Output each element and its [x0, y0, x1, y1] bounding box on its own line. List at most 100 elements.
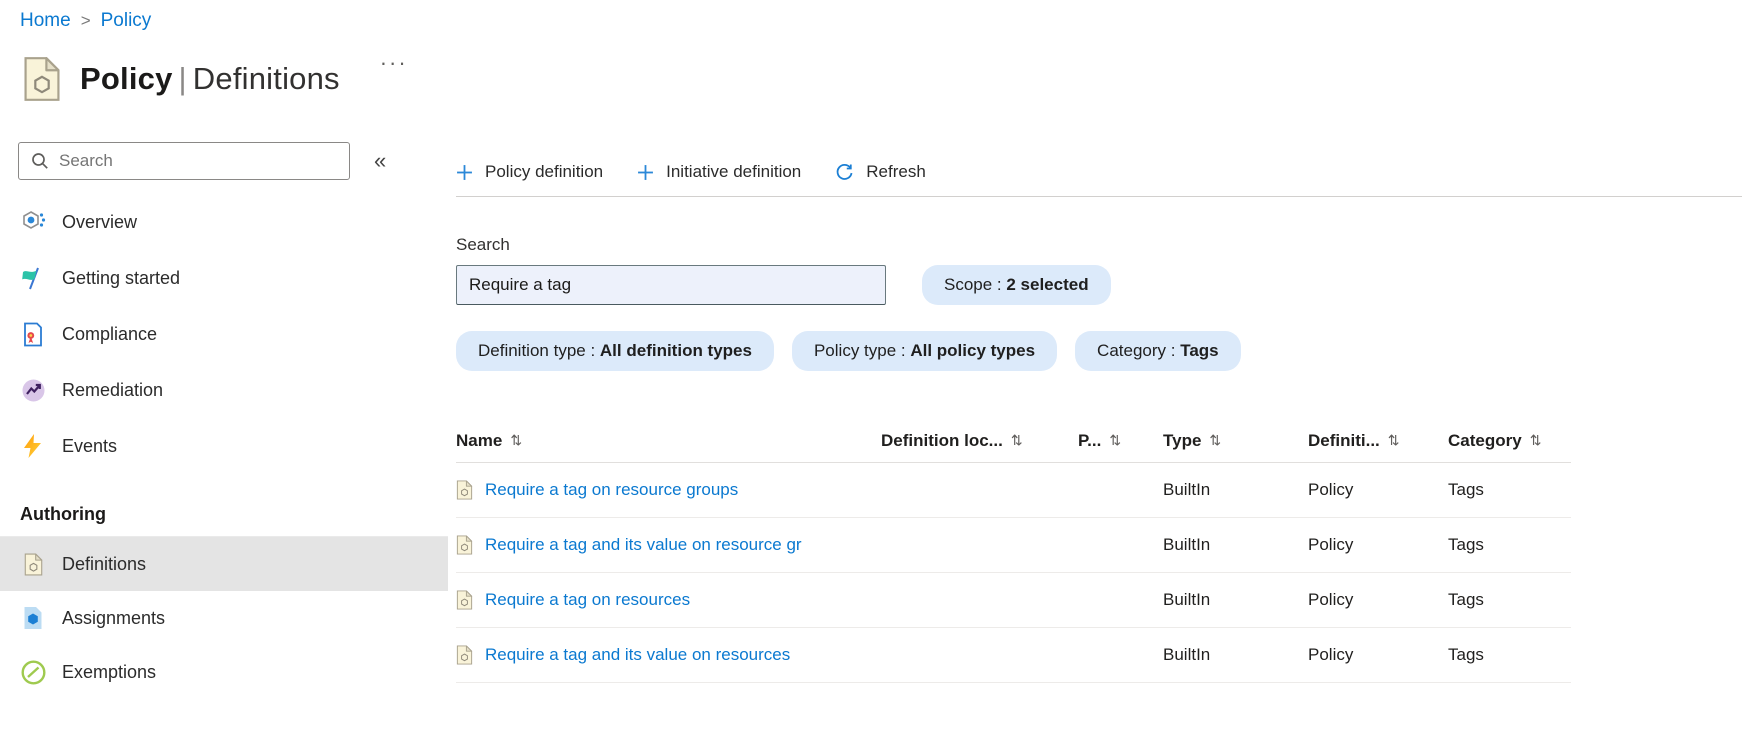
- table-row[interactable]: Require a tag on resources BuiltIn Polic…: [456, 573, 1571, 628]
- cell-definition-type: Policy: [1308, 645, 1354, 664]
- policy-type-filter-pill[interactable]: Policy type : All policy types: [791, 331, 1058, 371]
- sidebar-item-assignments[interactable]: Assignments: [0, 591, 448, 645]
- column-header-name[interactable]: Name ⇅: [456, 431, 881, 451]
- table-row[interactable]: Require a tag on resource groups BuiltIn…: [456, 463, 1571, 518]
- sidebar-search-input[interactable]: [18, 142, 350, 180]
- policy-name-link[interactable]: Require a tag on resource groups: [485, 480, 738, 500]
- pill-value: All definition types: [599, 341, 752, 360]
- initiative-definition-button[interactable]: Initiative definition: [637, 162, 801, 182]
- sidebar-item-definitions[interactable]: Definitions: [0, 537, 448, 591]
- breadcrumb-link-policy[interactable]: Policy: [101, 10, 152, 32]
- sidebar-item-overview[interactable]: Overview: [0, 198, 448, 246]
- table-header-row: Name ⇅ Definition loc... ⇅ P... ⇅ Type ⇅…: [456, 427, 1571, 463]
- breadcrumb-separator-icon: >: [80, 11, 91, 30]
- sort-icon: ⇅: [1529, 432, 1542, 448]
- sidebar-item-label: Definitions: [62, 553, 147, 574]
- sidebar-item-label: Overview: [62, 211, 138, 232]
- sidebar-item-label: Remediation: [62, 379, 164, 400]
- remediation-icon: [20, 377, 46, 403]
- events-icon: [20, 433, 46, 459]
- sidebar: « Overview: [0, 116, 448, 699]
- pill-separator: :: [992, 275, 1007, 294]
- pill-name: Policy type: [813, 341, 897, 360]
- policy-row-icon: [456, 590, 473, 610]
- compliance-icon: [20, 321, 46, 347]
- sort-icon: ⇅: [1010, 432, 1023, 448]
- main-content: Policy definition Initiative definition …: [448, 116, 1742, 699]
- table-row[interactable]: Require a tag and its value on resources…: [456, 628, 1571, 683]
- cell-category: Tags: [1448, 480, 1484, 499]
- category-filter-pill[interactable]: Category : Tags: [1075, 331, 1241, 371]
- sidebar-item-compliance[interactable]: Compliance: [0, 310, 448, 358]
- filter-search-label: Search: [456, 235, 510, 254]
- refresh-label: Refresh: [866, 162, 926, 181]
- page-title-secondary: Definitions: [192, 61, 340, 96]
- sidebar-item-label: Getting started: [62, 267, 181, 288]
- scope-filter-pill[interactable]: Scope : 2 selected: [922, 265, 1111, 305]
- definition-search-input[interactable]: [456, 265, 886, 305]
- sidebar-item-remediation[interactable]: Remediation: [0, 366, 448, 414]
- cell-type: BuiltIn: [1163, 535, 1211, 554]
- sort-icon: ⇅: [1209, 432, 1222, 448]
- pill-value: Tags: [1180, 341, 1219, 360]
- cell-definition-type: Policy: [1308, 590, 1354, 609]
- getting-started-icon: [20, 265, 46, 291]
- page-title-primary: Policy: [80, 61, 173, 96]
- column-label: Definiti...: [1308, 430, 1380, 450]
- policy-name-link[interactable]: Require a tag and its value on resource …: [485, 535, 802, 555]
- cell-category: Tags: [1448, 535, 1484, 554]
- column-header-definition-type[interactable]: Definiti... ⇅: [1308, 431, 1448, 451]
- policy-name-link[interactable]: Require a tag and its value on resources: [485, 645, 790, 665]
- sidebar-item-exemptions[interactable]: Exemptions: [0, 645, 448, 699]
- policy-definition-button[interactable]: Policy definition: [456, 162, 603, 182]
- policy-row-icon: [456, 535, 473, 555]
- sidebar-item-label: Assignments: [62, 607, 166, 628]
- page-title-divider: |: [178, 61, 187, 96]
- column-header-category[interactable]: Category ⇅: [1448, 431, 1571, 451]
- policy-definition-label: Policy definition: [485, 162, 604, 181]
- filter-bar-row2: Definition type : All definition types P…: [456, 331, 1742, 371]
- policy-page-icon: [24, 57, 60, 101]
- assignments-icon: [20, 605, 46, 631]
- search-icon: [32, 153, 48, 169]
- table-row[interactable]: Require a tag and its value on resource …: [456, 518, 1571, 573]
- pill-separator: :: [896, 341, 911, 360]
- pill-value: All policy types: [910, 341, 1036, 360]
- cell-type: BuiltIn: [1163, 645, 1211, 664]
- column-header-type[interactable]: Type ⇅: [1163, 431, 1308, 451]
- sidebar-item-events[interactable]: Events: [0, 422, 448, 470]
- refresh-button[interactable]: Refresh: [835, 162, 926, 182]
- overview-icon: [20, 209, 46, 235]
- initiative-definition-label: Initiative definition: [666, 162, 802, 181]
- definitions-icon: [20, 551, 46, 577]
- column-header-definition-location[interactable]: Definition loc... ⇅: [881, 431, 1078, 451]
- policy-row-icon: [456, 480, 473, 500]
- exemptions-icon: [20, 659, 46, 685]
- page-title: Policy | Definitions: [80, 61, 340, 97]
- pill-name: Scope: [944, 275, 993, 294]
- column-label: P...: [1078, 430, 1102, 450]
- policy-name-link[interactable]: Require a tag on resources: [485, 590, 690, 610]
- sidebar-item-getting-started[interactable]: Getting started: [0, 254, 448, 302]
- sidebar-section-authoring: Authoring: [20, 503, 106, 524]
- column-label: Category: [1448, 430, 1522, 450]
- column-header-policies[interactable]: P... ⇅: [1078, 431, 1163, 451]
- plus-icon: [457, 164, 472, 180]
- cell-category: Tags: [1448, 645, 1484, 664]
- sidebar-item-label: Events: [62, 435, 118, 456]
- toolbar-divider: [456, 196, 1742, 197]
- plus-icon: [638, 164, 654, 180]
- more-menu-icon[interactable]: ···: [380, 50, 408, 76]
- refresh-icon: [836, 163, 853, 180]
- definition-type-filter-pill[interactable]: Definition type : All definition types: [456, 331, 774, 371]
- column-label: Type: [1163, 430, 1202, 450]
- column-label: Name: [456, 430, 503, 450]
- sidebar-collapse-icon[interactable]: «: [374, 148, 386, 174]
- breadcrumb-link-home[interactable]: Home: [20, 10, 71, 32]
- pill-separator: :: [1166, 341, 1181, 360]
- sort-icon: ⇅: [1387, 432, 1400, 448]
- pill-separator: :: [585, 341, 600, 360]
- cell-definition-type: Policy: [1308, 480, 1354, 499]
- column-label: Definition loc...: [881, 430, 1003, 450]
- policy-row-icon: [456, 645, 473, 665]
